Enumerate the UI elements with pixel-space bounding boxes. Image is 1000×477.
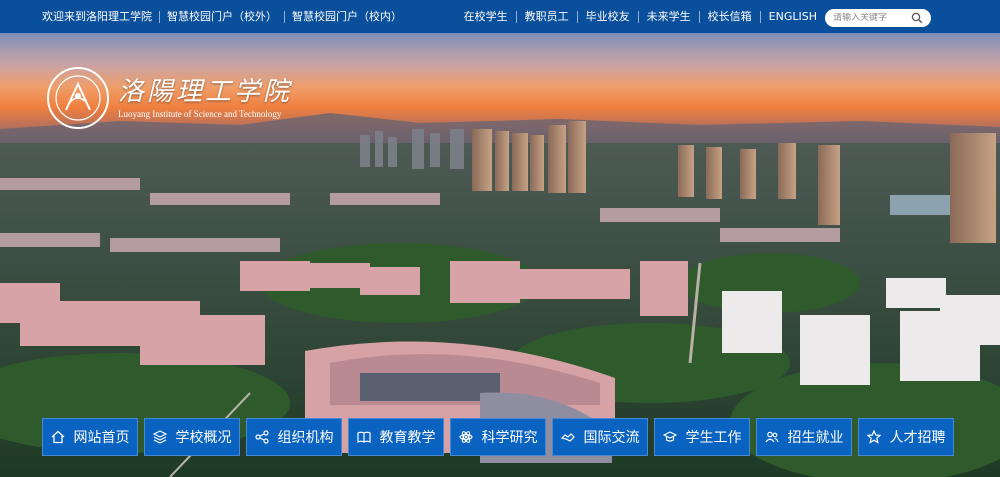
top-right-links: 在校学生 教职员工 毕业校友 未来学生 校长信箱 ENGLISH — [456, 0, 825, 33]
nav-student-affairs[interactable]: 学生工作 — [654, 418, 750, 456]
university-seal-icon — [47, 67, 109, 129]
search-box — [825, 9, 931, 27]
president-mailbox-link[interactable]: 校长信箱 — [700, 10, 761, 23]
search-icon[interactable] — [911, 12, 923, 24]
future-students-link[interactable]: 未来学生 — [639, 10, 700, 23]
students-link[interactable]: 在校学生 — [456, 10, 517, 23]
university-logo[interactable]: 洛陽理工学院 Luoyang Institute of Science and … — [46, 66, 292, 130]
top-bar: 欢迎来到洛阳理工学院 智慧校园门户（校外） 智慧校园门户（校内） 在校学生 教职… — [0, 0, 1000, 33]
university-name-en: Luoyang Institute of Science and Technol… — [118, 108, 282, 119]
search-input[interactable] — [833, 13, 913, 23]
nav-international[interactable]: 国际交流 — [552, 418, 648, 456]
nav-label: 教育教学 — [379, 430, 436, 446]
university-name: 洛陽理工学院 Luoyang Institute of Science and … — [118, 77, 292, 120]
star-icon — [866, 430, 881, 444]
people-icon — [765, 431, 779, 443]
main-nav: 网站首页 学校概况 组织机构 教育教学 科学研究 国际交流 学生工作 招生就业 … — [42, 418, 954, 456]
nav-label: 科学研究 — [481, 430, 538, 446]
nav-recruitment[interactable]: 人才招聘 — [858, 418, 954, 456]
nav-label: 学校概况 — [175, 430, 232, 446]
book-icon — [356, 431, 371, 443]
nav-education[interactable]: 教育教学 — [348, 418, 444, 456]
nav-label: 网站首页 — [73, 430, 130, 446]
home-icon — [51, 430, 64, 444]
portal-external-link[interactable]: 智慧校园门户（校外） — [160, 10, 285, 23]
nav-label: 学生工作 — [685, 430, 742, 446]
nav-about[interactable]: 学校概况 — [144, 418, 240, 456]
handshake-icon — [560, 433, 575, 442]
alumni-link[interactable]: 毕业校友 — [578, 10, 639, 23]
layers-icon — [152, 430, 167, 444]
staff-link[interactable]: 教职员工 — [517, 10, 578, 23]
atom-icon — [458, 431, 473, 443]
nav-label: 组织机构 — [277, 430, 334, 446]
graduation-cap-icon — [662, 431, 677, 442]
nav-label: 人才招聘 — [889, 430, 946, 446]
top-left-links: 欢迎来到洛阳理工学院 智慧校园门户（校外） 智慧校园门户（校内） — [42, 0, 409, 33]
hero-banner: 洛陽理工学院 Luoyang Institute of Science and … — [0, 33, 1000, 477]
nav-home[interactable]: 网站首页 — [42, 418, 138, 456]
nav-label: 招生就业 — [787, 430, 844, 446]
portal-internal-link[interactable]: 智慧校园门户（校内） — [285, 10, 409, 23]
nav-label: 国际交流 — [583, 430, 640, 446]
nav-research[interactable]: 科学研究 — [450, 418, 546, 456]
nav-organization[interactable]: 组织机构 — [246, 418, 342, 456]
welcome-link[interactable]: 欢迎来到洛阳理工学院 — [42, 10, 160, 23]
english-link[interactable]: ENGLISH — [761, 10, 825, 23]
share-icon — [254, 430, 269, 444]
nav-admissions[interactable]: 招生就业 — [756, 418, 852, 456]
university-name-cn: 洛陽理工学院 — [118, 76, 293, 107]
